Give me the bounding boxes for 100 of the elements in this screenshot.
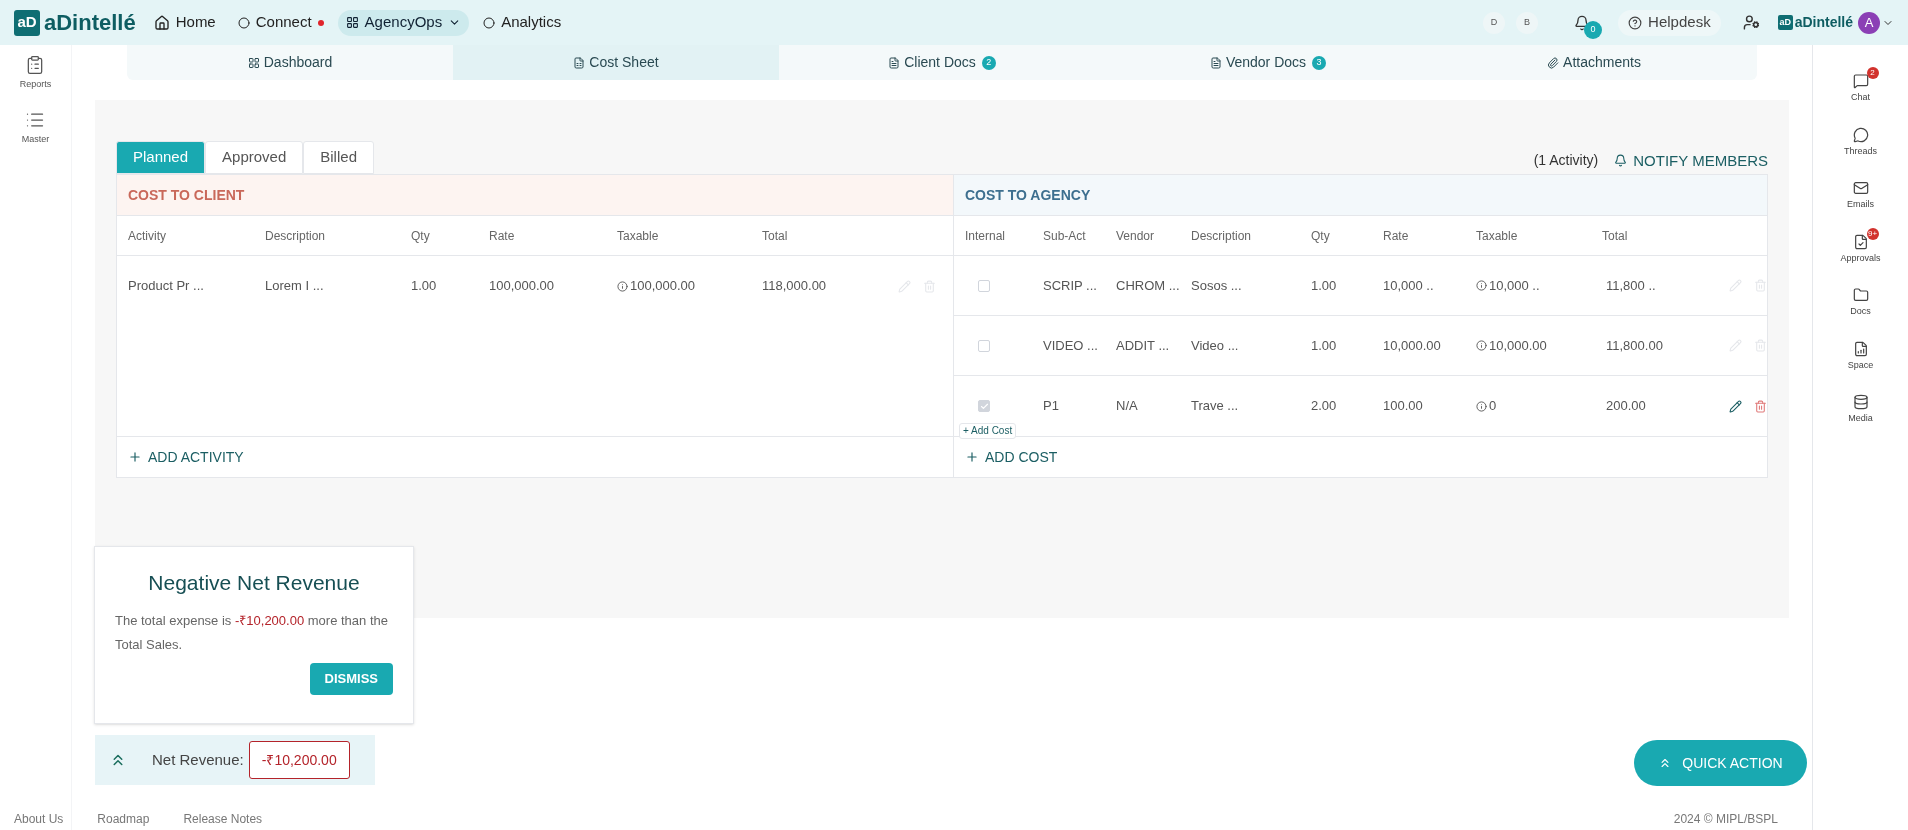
activity-count: (1 Activity)	[1533, 151, 1599, 170]
column-header: Rate	[1383, 227, 1410, 245]
nav-link[interactable]: Home	[145, 9, 224, 36]
section-tab[interactable]: Attachments	[1431, 45, 1757, 80]
popup-title: Negative Net Revenue	[147, 570, 361, 596]
home-icon	[153, 14, 170, 31]
table-cell-text: P1	[1043, 397, 1060, 416]
grid-icon	[345, 16, 359, 29]
chat-icon	[1852, 73, 1869, 89]
table-cell-text: ADDIT ...	[1116, 336, 1171, 355]
sidebar-item[interactable]: Emails	[1830, 174, 1891, 212]
table-cell-text: N/A	[1116, 397, 1139, 416]
column-header: Sub-Act	[1043, 227, 1087, 245]
table-cell-text: SCRIP ...	[1043, 276, 1098, 295]
table-cell-text: 100,000.00	[630, 277, 696, 296]
footer-link[interactable]: Roadmap	[97, 810, 150, 828]
table-cell-text: VIDEO ...	[1043, 336, 1099, 355]
brand-text: aDintellé	[1794, 13, 1853, 32]
add-cost-button[interactable]: ADD COST	[965, 446, 1058, 468]
checkbox[interactable]	[978, 400, 990, 412]
sidebar-item[interactable]: Media	[1830, 388, 1891, 426]
document-icon	[1852, 233, 1869, 250]
table-cell-text: Lorem I ...	[265, 277, 325, 296]
delete-icon[interactable]	[1754, 399, 1767, 413]
sidebar-item[interactable]: Approvals 9+	[1830, 227, 1891, 265]
circle-icon	[483, 16, 496, 29]
count-badge: 2	[981, 55, 996, 70]
status-tab[interactable]: Billed	[303, 141, 374, 174]
column-header: Vendor	[1116, 227, 1156, 245]
column-header: Description	[1191, 227, 1253, 245]
sidebar-item[interactable]: Space	[1830, 334, 1891, 372]
table-cell-text: 10,000.00	[1489, 336, 1547, 355]
net-revenue-value: -₹10,200.00	[248, 741, 350, 779]
section-tab[interactable]: Dashboard	[127, 45, 453, 80]
sidebar-item[interactable]: Master	[21, 109, 50, 146]
column-header: Rate	[489, 227, 516, 245]
nav-link[interactable]: AgencyOps	[337, 9, 470, 36]
column-header: Internal	[965, 227, 1007, 245]
column-header: Taxable	[617, 227, 660, 245]
info-icon	[1476, 340, 1487, 351]
user-settings-icon[interactable]	[1742, 14, 1760, 31]
circle-icon	[237, 16, 250, 29]
table-cell-text: 100,000.00	[489, 277, 556, 296]
copyright: 2024 © MIPL/BSPL	[1673, 811, 1778, 828]
section-tab[interactable]: Client Docs 2	[779, 45, 1105, 80]
footer-link[interactable]: About Us	[14, 810, 64, 828]
add-activity-button[interactable]: ADD ACTIVITY	[128, 446, 244, 468]
column-header: Activity	[128, 227, 167, 245]
document-icon	[1209, 56, 1222, 69]
section-title: COST TO CLIENT	[128, 185, 245, 205]
nav-link[interactable]: Analytics	[475, 9, 570, 36]
speech-bubble-icon	[1852, 126, 1869, 143]
section-tab[interactable]: Vendor Docs 3	[1105, 45, 1431, 80]
table-cell-text: 0	[1489, 397, 1497, 416]
edit-icon[interactable]	[1729, 399, 1742, 413]
section-tab[interactable]: Cost Sheet	[453, 45, 779, 80]
notify-members-button[interactable]: NOTIFY MEMBERS	[1614, 149, 1768, 172]
footer-link[interactable]: Release Notes	[183, 810, 263, 828]
sidebar-item[interactable]: Docs	[1830, 281, 1891, 319]
table-cell-text: 2.00	[1311, 397, 1338, 416]
sidebar-item[interactable]: Threads	[1830, 120, 1891, 158]
table-cell-text: Product Pr ...	[128, 277, 205, 296]
table-cell-text: 200.00	[1605, 397, 1647, 416]
column-header: Description	[265, 227, 327, 245]
popup-message: The total expense is -₹10,200.00 more than the Total Sales.	[115, 611, 389, 654]
table-cell-text: 1.00	[1311, 276, 1338, 295]
table-cell-text: 10,000 ..	[1489, 276, 1540, 295]
add-cost-chip[interactable]: + Add Cost	[959, 423, 1017, 439]
helpdesk-button[interactable]: Helpdesk	[1618, 9, 1721, 36]
info-icon	[1476, 280, 1487, 291]
count-badge: 3	[1312, 55, 1327, 70]
brand-mark: aD	[1777, 15, 1793, 30]
notification-badge: 2	[1866, 67, 1879, 79]
logo-mark: aD	[14, 9, 40, 36]
info-icon	[1476, 400, 1487, 412]
status-tab[interactable]: Approved	[205, 141, 304, 174]
plus-icon	[128, 450, 142, 464]
table-cell-text: 11,800.00	[1605, 336, 1664, 355]
bell-icon	[1614, 154, 1628, 168]
table-cell-text: Sosos ...	[1191, 276, 1243, 295]
table-cell-text: 1.00	[411, 277, 438, 296]
section-title: COST TO AGENCY	[965, 185, 1091, 205]
avatar[interactable]: A	[1858, 11, 1880, 34]
database-icon	[1852, 394, 1869, 410]
table-cell-text: 11,800 ..	[1605, 276, 1657, 295]
sidebar-item[interactable]: Chat 2	[1830, 67, 1891, 105]
column-header: Qty	[411, 227, 431, 245]
document-icon	[888, 56, 901, 69]
user-initial-button[interactable]: B	[1516, 11, 1539, 34]
nav-link[interactable]: Connect	[229, 9, 332, 36]
plus-icon	[965, 450, 979, 464]
sidebar-item[interactable]: Reports	[19, 55, 52, 92]
table-cell-text: 118,000.00	[762, 277, 828, 296]
user-initial-button[interactable]: D	[1483, 11, 1506, 34]
column-header: Taxable	[1476, 227, 1519, 245]
chart-icon	[1852, 340, 1869, 357]
notification-badge: 0	[1584, 20, 1603, 39]
sheet-icon	[573, 56, 586, 69]
table-cell-text: Trave ...	[1191, 397, 1240, 416]
net-revenue-label: Net Revenue:	[152, 749, 244, 770]
